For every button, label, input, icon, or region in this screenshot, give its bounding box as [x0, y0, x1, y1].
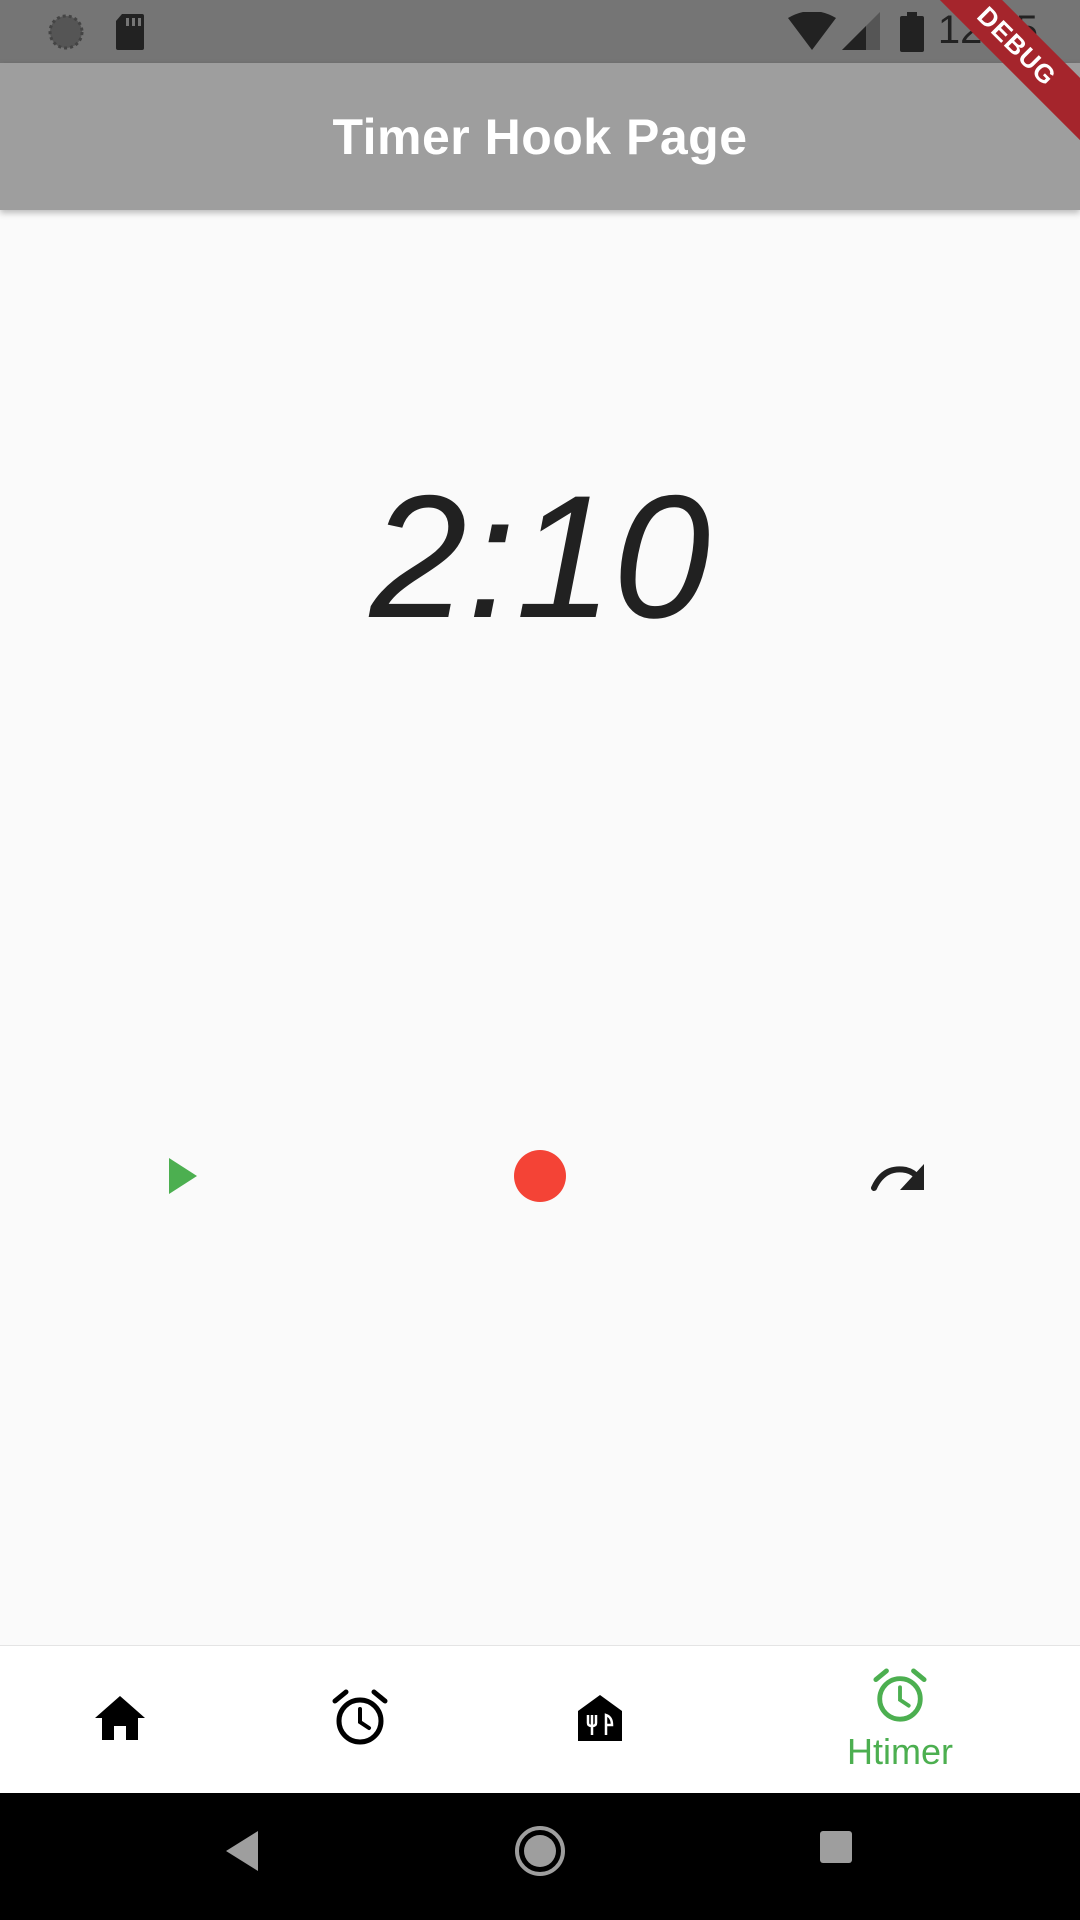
play-icon — [165, 1156, 201, 1201]
alarm-icon — [331, 1689, 389, 1752]
alarm-icon — [872, 1667, 928, 1729]
home-circle-icon[interactable] — [512, 1823, 568, 1884]
stop-button[interactable] — [504, 1142, 576, 1214]
system-navigation-bar — [0, 1793, 1080, 1920]
signal-icon — [842, 12, 880, 55]
sync-icon — [46, 12, 86, 57]
nav-item-restaurant[interactable] — [480, 1646, 720, 1794]
nav-item-home[interactable] — [0, 1646, 240, 1794]
home-icon — [93, 1694, 147, 1747]
wifi-icon — [788, 11, 836, 55]
bottom-navigation: Htimer — [0, 1645, 1080, 1793]
recents-icon[interactable] — [818, 1829, 854, 1870]
timer-display: 2:10 — [369, 460, 711, 655]
play-button[interactable] — [147, 1142, 219, 1214]
nav-item-alarm[interactable] — [240, 1646, 480, 1794]
restaurant-icon — [576, 1693, 624, 1748]
nav-label-htimer: Htimer — [847, 1730, 953, 1772]
status-bar: 12:05 — [0, 0, 1080, 63]
back-icon[interactable] — [220, 1823, 262, 1884]
page-title: Timer Hook Page — [332, 108, 748, 165]
sd-card-icon — [114, 12, 146, 57]
nav-item-htimer[interactable]: Htimer — [780, 1646, 1020, 1794]
record-icon — [512, 1148, 568, 1209]
redo-icon — [870, 1156, 930, 1201]
app-bar: Timer Hook Page — [0, 63, 1080, 210]
battery-icon — [900, 12, 924, 57]
reset-button[interactable] — [864, 1142, 936, 1214]
screen: 12:05 DEBUG Timer Hook Page 2:10 — [0, 0, 1080, 1920]
